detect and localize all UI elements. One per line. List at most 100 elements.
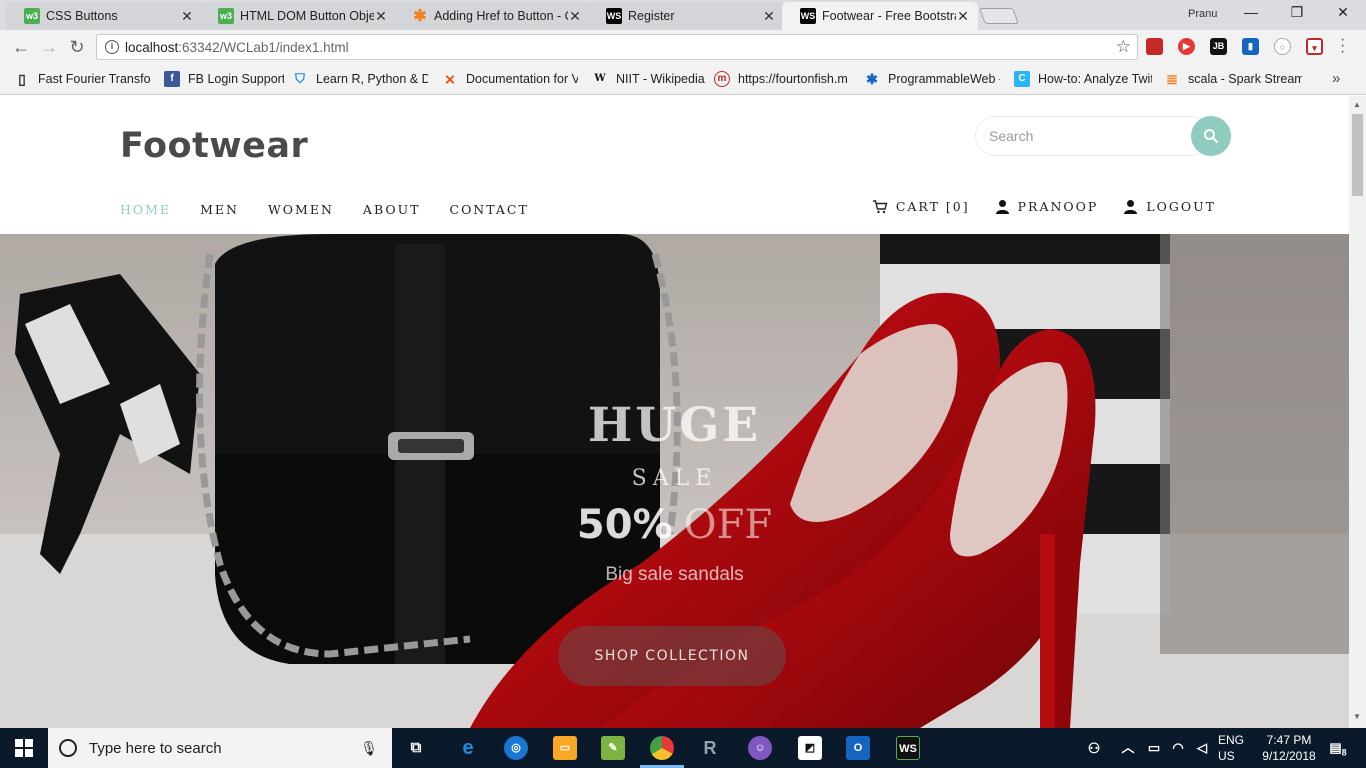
stackoverflow-icon: ≣ bbox=[1166, 71, 1178, 87]
bookmark-item[interactable]: f FB Login Support bbox=[164, 71, 284, 87]
volume-icon[interactable]: ◁ bbox=[1190, 736, 1214, 760]
tab-adding-href[interactable]: ✱ Adding Href to Button - C ✕ bbox=[394, 2, 590, 30]
minimize-icon[interactable]: — bbox=[1236, 4, 1266, 24]
forward-icon[interactable]: → bbox=[38, 36, 60, 58]
stackoverflow-icon: ✱ bbox=[413, 8, 427, 25]
profile-name[interactable]: Pranu bbox=[1188, 8, 1217, 20]
close-icon[interactable]: ✕ bbox=[762, 8, 776, 25]
taskbar-search[interactable]: Type here to search 🎙 bbox=[48, 728, 392, 768]
bookmark-item[interactable]: ✱ ProgrammableWeb - bbox=[864, 71, 1000, 87]
app-icon[interactable]: ◩ bbox=[798, 736, 822, 760]
close-icon[interactable]: ✕ bbox=[568, 8, 582, 25]
bookmark-item[interactable]: ⛉ Learn R, Python & Da bbox=[292, 71, 428, 87]
close-icon[interactable]: ✕ bbox=[374, 8, 388, 25]
clock[interactable]: 7:47 PM 9/12/2018 bbox=[1254, 732, 1324, 764]
main-nav: HOME MEN WOMEN ABOUT CONTACT bbox=[120, 202, 558, 217]
bookmark-label: https://fourtonfish.m bbox=[738, 72, 848, 86]
bookmark-item[interactable]: ≣ scala - Spark Streamin bbox=[1164, 71, 1302, 87]
close-icon[interactable]: ✕ bbox=[180, 8, 194, 25]
shop-collection-button[interactable]: SHOP COLLECTION bbox=[558, 626, 786, 686]
bookmark-item[interactable]: C How-to: Analyze Twit bbox=[1014, 71, 1152, 87]
file-explorer-icon[interactable]: ▭ bbox=[553, 736, 577, 760]
notepad-icon[interactable]: ✎ bbox=[601, 736, 625, 760]
browser-toolbar: ← → ↻ i localhost:63342/WCLab1/index1.ht… bbox=[0, 30, 1366, 64]
pocket-icon[interactable]: ▾ bbox=[1306, 38, 1323, 55]
task-view-icon[interactable]: ⧉ bbox=[404, 736, 428, 760]
webstorm-icon[interactable]: WS bbox=[896, 736, 920, 760]
tab-html-dom-button[interactable]: w3 HTML DOM Button Object ✕ bbox=[200, 2, 396, 30]
url-host: localhost bbox=[125, 39, 179, 55]
extension-icon[interactable] bbox=[1146, 38, 1163, 55]
bookmarks-bar: ▯ Fast Fourier Transform f FB Login Supp… bbox=[0, 64, 1366, 95]
bookmark-item[interactable]: m https://fourtonfish.m bbox=[714, 71, 854, 87]
close-window-icon[interactable]: ✕ bbox=[1328, 4, 1358, 24]
back-icon[interactable]: ← bbox=[10, 36, 32, 58]
nav-women[interactable]: WOMEN bbox=[268, 202, 334, 217]
site-search bbox=[975, 116, 1231, 156]
browser-menu-icon[interactable]: · · · bbox=[1340, 32, 1345, 60]
tab-title: Footwear - Free Bootstrap bbox=[822, 9, 956, 23]
tab-title: CSS Buttons bbox=[46, 9, 118, 23]
extension-icon[interactable]: ○ bbox=[1274, 38, 1291, 55]
puzzle-icon: ✱ bbox=[866, 71, 878, 87]
user-label: PRANOOP bbox=[1017, 199, 1099, 214]
notifications-icon[interactable]: ▤8 bbox=[1326, 736, 1350, 760]
bookmark-label: ProgrammableWeb - bbox=[888, 72, 1000, 86]
nav-about[interactable]: ABOUT bbox=[363, 202, 421, 217]
bookmark-item[interactable]: ⨯ Documentation for V bbox=[442, 71, 578, 87]
shield-icon: ⛉ bbox=[295, 71, 305, 86]
search-button[interactable] bbox=[1191, 116, 1231, 156]
scroll-down-icon[interactable]: ▼ bbox=[1353, 712, 1361, 721]
scroll-up-icon[interactable]: ▲ bbox=[1353, 100, 1361, 109]
new-tab-button[interactable] bbox=[979, 8, 1019, 24]
hero-banner: HUGE SALE 50% OFF Big sale sandals SHOP … bbox=[0, 234, 1349, 728]
cart-link[interactable]: CART [0] bbox=[872, 199, 970, 214]
bookmark-star-icon[interactable]: ☆ bbox=[1116, 37, 1131, 57]
more-bookmarks-icon[interactable]: » bbox=[1332, 70, 1340, 87]
nav-home[interactable]: HOME bbox=[120, 202, 171, 217]
browser-tab-strip: w3 CSS Buttons ✕ w3 HTML DOM Button Obje… bbox=[0, 0, 1366, 30]
close-icon[interactable]: ✕ bbox=[956, 8, 970, 25]
tab-css-buttons[interactable]: w3 CSS Buttons ✕ bbox=[6, 2, 202, 30]
logout-link[interactable]: LOGOUT bbox=[1123, 199, 1216, 214]
nav-men[interactable]: MEN bbox=[200, 202, 239, 217]
tab-title: Adding Href to Button - C bbox=[434, 9, 568, 23]
language-indicator[interactable]: ENG US bbox=[1218, 732, 1244, 764]
wikipedia-icon: W bbox=[594, 73, 606, 84]
tab-title: Register bbox=[628, 9, 675, 23]
info-icon[interactable]: i bbox=[105, 40, 119, 54]
user-link[interactable]: PRANOOP bbox=[995, 199, 1099, 214]
maximize-icon[interactable]: ❐ bbox=[1282, 4, 1312, 24]
start-button[interactable] bbox=[0, 728, 48, 768]
people-icon[interactable]: ⚇ bbox=[1082, 736, 1106, 760]
chrome-icon[interactable] bbox=[650, 736, 674, 760]
r-icon[interactable]: R bbox=[698, 736, 722, 760]
extension-icon[interactable]: ▶ bbox=[1178, 38, 1195, 55]
bookmark-extension-icon[interactable]: ▮ bbox=[1242, 38, 1259, 55]
discount-value: 50% bbox=[576, 502, 673, 548]
wifi-icon[interactable]: ◠ bbox=[1166, 736, 1190, 760]
outlook-icon[interactable]: O bbox=[846, 736, 870, 760]
search-input[interactable] bbox=[975, 116, 1211, 156]
scroll-thumb[interactable] bbox=[1352, 114, 1363, 196]
nav-contact[interactable]: CONTACT bbox=[450, 202, 529, 217]
language-top: ENG bbox=[1218, 733, 1245, 747]
address-bar[interactable]: i localhost:63342/WCLab1/index1.html ☆ bbox=[96, 34, 1138, 60]
bookmark-label: FB Login Support bbox=[188, 72, 284, 86]
tab-footwear[interactable]: WS Footwear - Free Bootstrap ✕ bbox=[782, 2, 978, 30]
app-icon[interactable]: ☺ bbox=[748, 736, 772, 760]
bookmark-item[interactable]: W NIIT - Wikipedia bbox=[592, 71, 708, 87]
battery-icon[interactable]: ▭ bbox=[1142, 736, 1166, 760]
notification-count: 8 bbox=[1341, 747, 1347, 758]
user-nav: CART [0] PRANOOP LOGOUT bbox=[847, 199, 1216, 214]
chevron-up-icon[interactable]: ︿ bbox=[1116, 736, 1140, 760]
safari-icon[interactable]: ◎ bbox=[504, 736, 528, 760]
microphone-icon[interactable]: 🎙 bbox=[360, 740, 378, 757]
page-scrollbar[interactable]: ▲ ▼ bbox=[1349, 96, 1366, 728]
tab-register[interactable]: WS Register ✕ bbox=[588, 2, 784, 30]
bookmark-item[interactable]: ▯ Fast Fourier Transform bbox=[14, 71, 150, 87]
site-logo[interactable]: Footwear bbox=[120, 126, 308, 166]
reload-icon[interactable]: ↻ bbox=[66, 36, 88, 58]
edge-icon[interactable]: e bbox=[456, 736, 480, 760]
extension-icon[interactable]: JB bbox=[1210, 38, 1227, 55]
